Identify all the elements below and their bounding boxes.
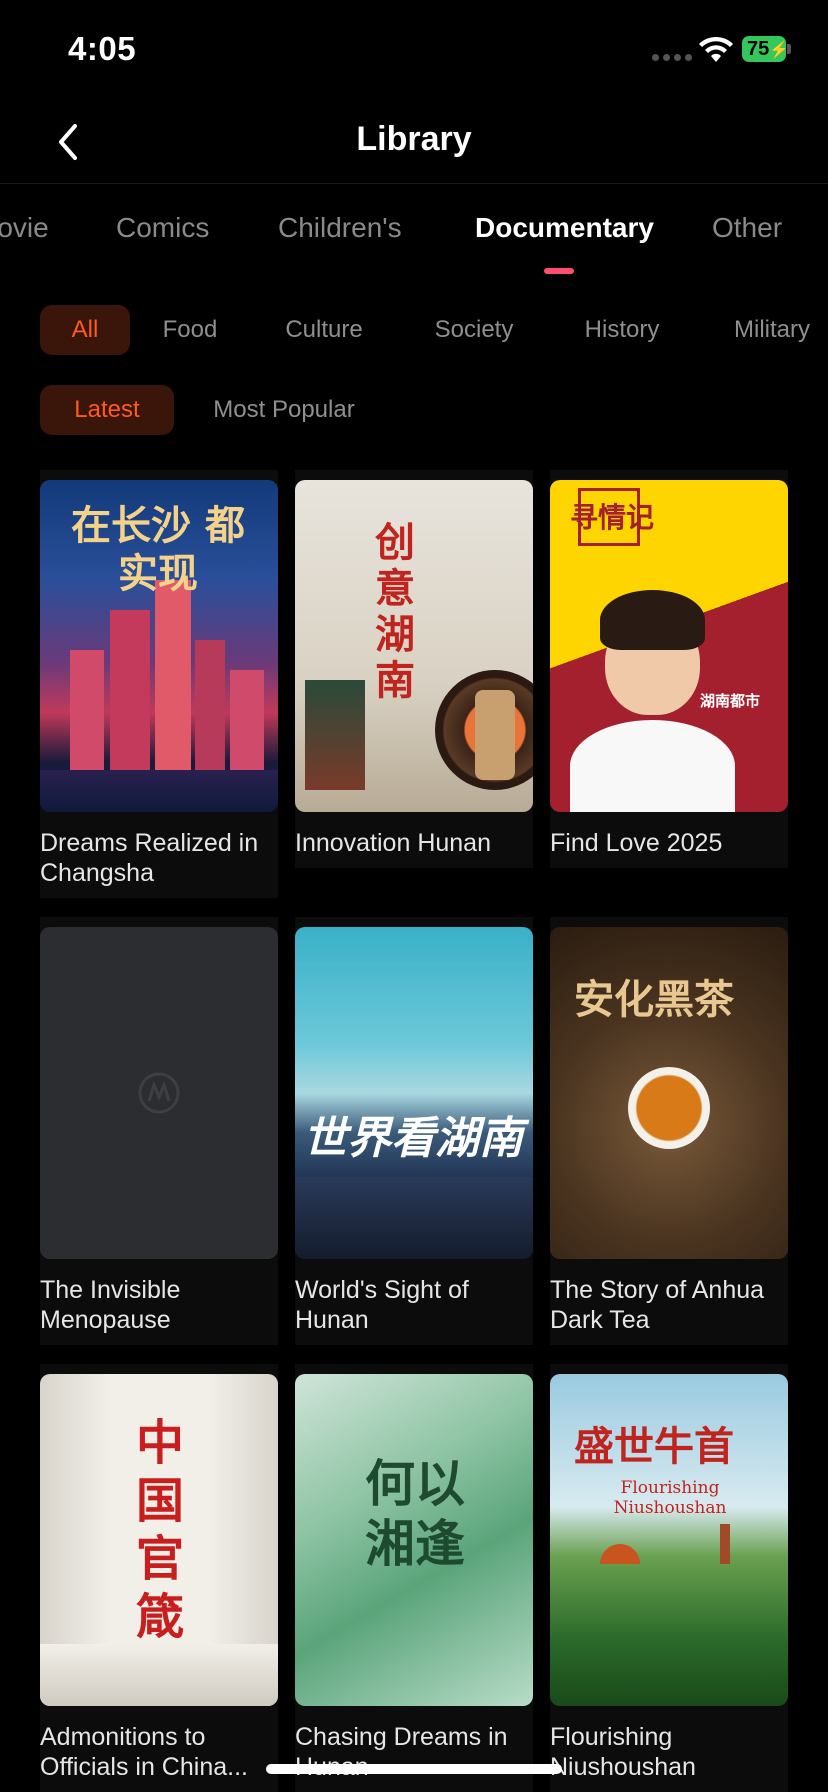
- battery-cap: [787, 44, 791, 54]
- navigation-bar: Library: [0, 100, 828, 184]
- card-title: Find Love 2025: [550, 829, 723, 857]
- content-card[interactable]: 中国官箴 Admonitions to Officials in China..…: [40, 1364, 278, 1792]
- status-time: 4:05: [68, 30, 137, 67]
- chip-history[interactable]: History: [572, 305, 672, 355]
- card-title: Admonitions to Officials in China...: [40, 1723, 248, 1781]
- poster-text: 盛世牛首: [574, 1423, 734, 1470]
- battery-icon: 75⚡: [742, 36, 789, 62]
- chip-all[interactable]: All: [40, 305, 130, 355]
- content-card[interactable]: 世界看湖南 World's Sight of Hunan: [295, 917, 533, 1345]
- status-bar: 4:05 75⚡: [0, 0, 828, 100]
- card-title: The Invisible Menopause: [40, 1276, 181, 1334]
- content-card[interactable]: 安化黑茶 The Story of Anhua Dark Tea: [550, 917, 788, 1345]
- tab-documentary[interactable]: Documentary: [475, 212, 654, 244]
- poster-text: 寻情记: [570, 501, 655, 534]
- tab-childrens[interactable]: Children's: [278, 212, 402, 244]
- card-title: Innovation Hunan: [295, 829, 491, 857]
- chip-culture[interactable]: Culture: [274, 305, 374, 355]
- poster-image: 在长沙 都实现: [40, 480, 278, 812]
- sort-most-popular[interactable]: Most Popular: [200, 385, 368, 435]
- battery-level: 75: [747, 38, 770, 60]
- tab-other[interactable]: Other: [712, 212, 782, 244]
- card-title: The Story of Anhua Dark Tea: [550, 1276, 765, 1334]
- content-card[interactable]: 在长沙 都实现 Dreams Realized in Changsha: [40, 470, 278, 898]
- active-tab-indicator: [544, 268, 574, 274]
- poster-placeholder: [40, 927, 278, 1259]
- tab-comics[interactable]: Comics: [116, 212, 209, 244]
- poster-image: 何以湘逢: [295, 1374, 533, 1706]
- tab-movie[interactable]: Movie: [0, 212, 49, 244]
- content-card[interactable]: 盛世牛首 Flourishing Niushoushan Flourishing…: [550, 1364, 788, 1792]
- poster-image: 寻情记 湖南都市: [550, 480, 788, 812]
- poster-brand: 湖南都市: [700, 693, 761, 710]
- poster-text: 创意湖南: [375, 519, 415, 704]
- category-tabs: Movie Comics Children's Documentary Othe…: [0, 184, 828, 284]
- cellular-signal-icon: [652, 54, 692, 61]
- content-card[interactable]: 何以湘逢 Chasing Dreams in Hunan: [295, 1364, 533, 1792]
- card-title: World's Sight of Hunan: [295, 1276, 469, 1334]
- content-card[interactable]: The Invisible Menopause: [40, 917, 278, 1345]
- poster-text: 在长沙 都实现: [71, 502, 245, 597]
- chip-military[interactable]: Military: [722, 305, 822, 355]
- sort-filter: Latest Most Popular: [0, 385, 828, 435]
- card-title: Dreams Realized in Changsha: [40, 829, 259, 887]
- chip-food[interactable]: Food: [150, 305, 230, 355]
- poster-text: 世界看湖南: [303, 1113, 523, 1164]
- poster-text: 安化黑茶: [574, 976, 734, 1023]
- poster-text: 中国官箴: [136, 1415, 185, 1645]
- sort-latest[interactable]: Latest: [40, 385, 174, 435]
- wifi-icon: [699, 36, 733, 62]
- home-indicator[interactable]: [266, 1764, 562, 1774]
- poster-text: 何以湘逢: [365, 1454, 465, 1573]
- placeholder-logo-icon: [138, 1072, 180, 1114]
- chip-society[interactable]: Society: [424, 305, 524, 355]
- poster-image: 盛世牛首 Flourishing Niushoushan: [550, 1374, 788, 1706]
- poster-image: 世界看湖南: [295, 927, 533, 1259]
- poster-subtitle: Flourishing Niushoushan: [613, 1478, 727, 1518]
- content-card[interactable]: 寻情记 湖南都市 Find Love 2025: [550, 470, 788, 868]
- poster-image: 安化黑茶: [550, 927, 788, 1259]
- content-card[interactable]: 创意湖南 Innovation Hunan: [295, 470, 533, 868]
- poster-image: 中国官箴: [40, 1374, 278, 1706]
- poster-image: 创意湖南: [295, 480, 533, 812]
- page-title: Library: [356, 120, 472, 158]
- card-title: Flourishing Niushoushan: [550, 1723, 696, 1781]
- genre-filter: All Food Culture Society History Militar…: [0, 305, 828, 355]
